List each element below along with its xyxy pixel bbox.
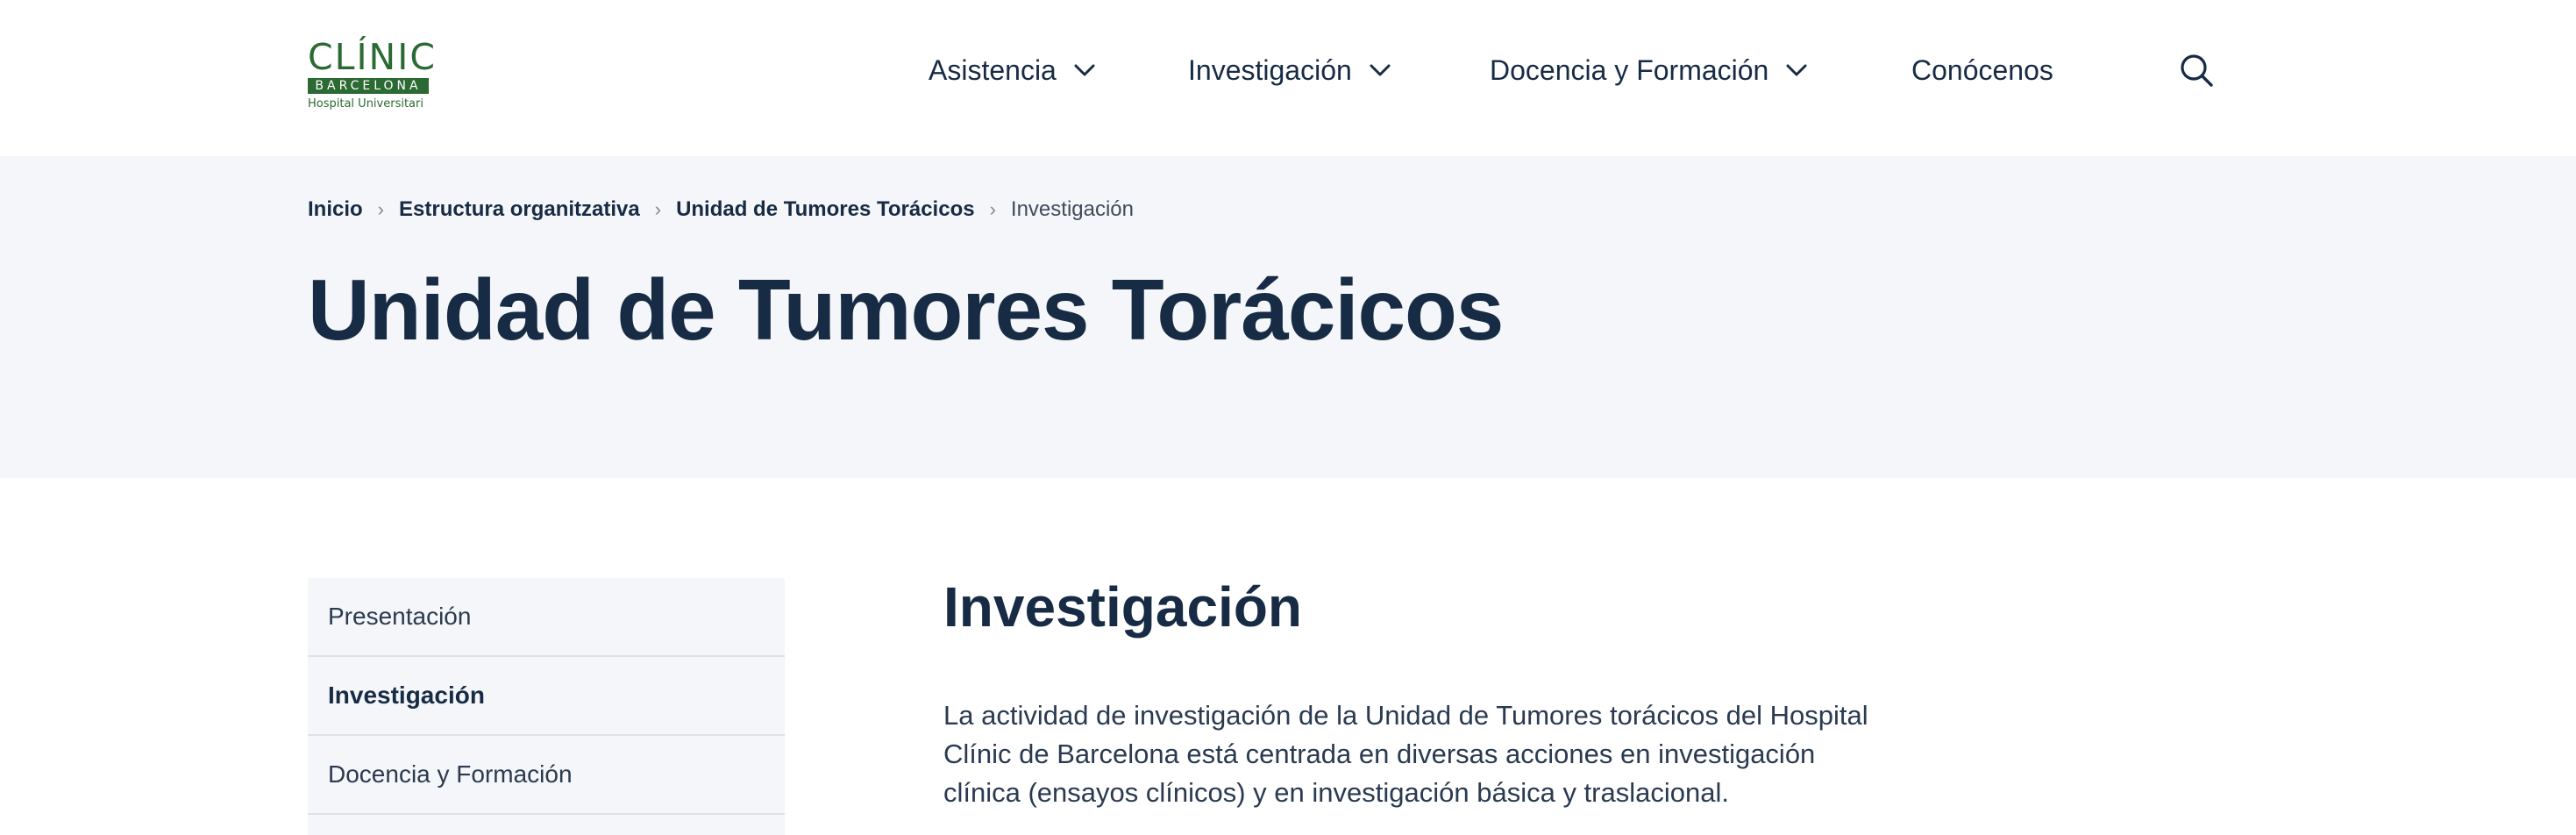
nav-label: Conócenos	[1911, 54, 2053, 86]
section-heading: Investigación	[943, 575, 1302, 639]
intro-paragraph: La actividad de investigación de la Unid…	[943, 696, 1996, 812]
clinic-barcelona-logo[interactable]: CLÍNIC BARCELONA Hospital Universitari	[308, 36, 437, 114]
paragraph-line: Clínic de Barcelona está centrada en div…	[943, 739, 1816, 769]
site-header: CLÍNIC BARCELONA Hospital Universitari A…	[0, 0, 2576, 156]
paragraph-line: La actividad de investigación de la Unid…	[943, 700, 1868, 731]
chevron-down-icon	[1370, 64, 1391, 76]
chevron-right-icon: ›	[989, 198, 996, 220]
chevron-right-icon: ›	[654, 198, 662, 220]
section-sidebar-nav: Presentación Investigación Docencia y Fo…	[308, 578, 785, 835]
sidebar-item-docencia[interactable]: Docencia y Formación	[308, 736, 785, 815]
sidebar-item-investigacion[interactable]: Investigación	[308, 657, 785, 736]
paragraph-line: clínica (ensayos clínicos) y en investig…	[943, 777, 1729, 808]
chevron-down-icon	[1074, 64, 1095, 76]
chevron-right-icon: ›	[377, 198, 384, 220]
nav-conocenos[interactable]: Conócenos	[1911, 49, 2053, 91]
nav-label: Investigación	[1188, 54, 1352, 86]
breadcrumb-current: Investigación	[1010, 197, 1134, 221]
page-title: Unidad de Tumores Torácicos	[308, 261, 1504, 358]
sidebar-item-presentacion[interactable]: Presentación	[308, 578, 785, 657]
breadcrumb-link-inicio[interactable]: Inicio	[308, 197, 363, 222]
nav-label: Asistencia	[929, 54, 1057, 86]
nav-investigacion[interactable]: Investigación	[1188, 49, 1391, 91]
logo-band: BARCELONA	[308, 78, 429, 94]
chevron-down-icon	[1786, 64, 1807, 76]
nav-label: Docencia y Formación	[1490, 54, 1769, 86]
page-hero: Inicio › Estructura organitzativa › Unid…	[0, 156, 2576, 478]
nav-docencia-formacion[interactable]: Docencia y Formación	[1490, 49, 1807, 91]
sidebar-item-next[interactable]	[308, 815, 785, 835]
breadcrumb-link-unidad[interactable]: Unidad de Tumores Torácicos	[676, 197, 975, 222]
logo-wordmark: CLÍNIC	[308, 36, 437, 78]
breadcrumb: Inicio › Estructura organitzativa › Unid…	[308, 196, 1134, 223]
search-icon[interactable]	[2179, 53, 2214, 88]
logo-subtitle: Hospital Universitari	[308, 97, 423, 111]
breadcrumb-link-estructura[interactable]: Estructura organitzativa	[399, 197, 640, 222]
nav-asistencia[interactable]: Asistencia	[929, 49, 1095, 91]
